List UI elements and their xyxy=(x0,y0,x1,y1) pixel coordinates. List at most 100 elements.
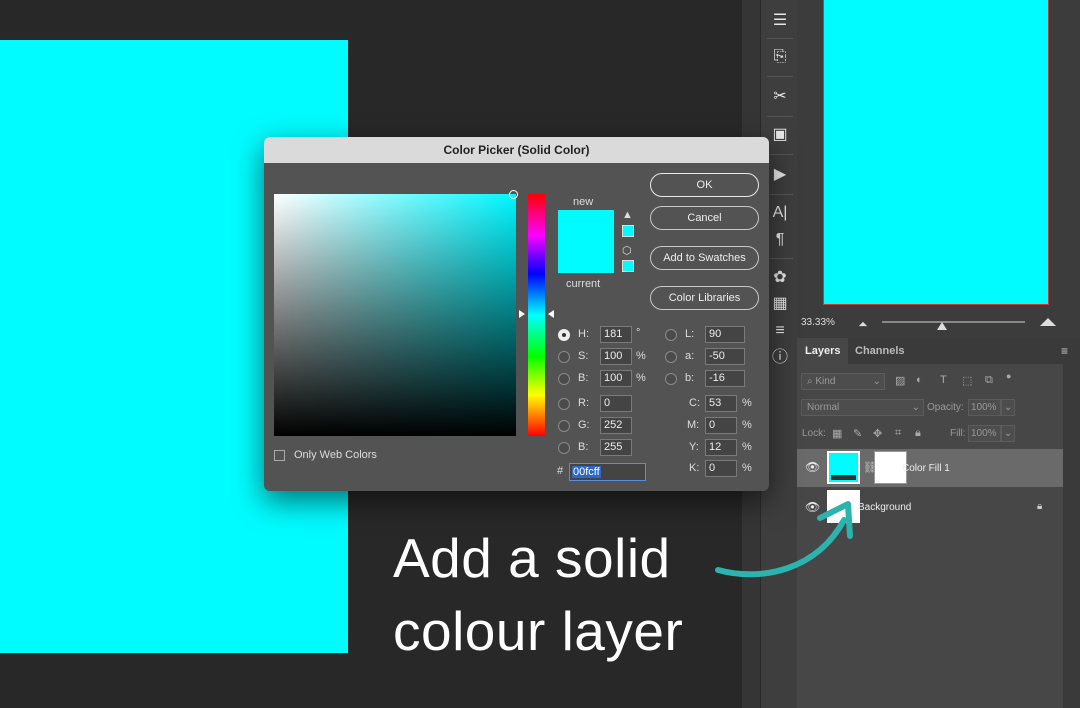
hue-slider-right-arrow[interactable] xyxy=(548,310,554,318)
filter-smartobject-icon[interactable]: ⧉ xyxy=(985,374,993,387)
filter-type-icon[interactable]: T xyxy=(940,374,947,386)
fill-input[interactable]: 100% xyxy=(968,425,1001,442)
zoom-slider-thumb[interactable] xyxy=(937,322,947,330)
current-color-swatch[interactable] xyxy=(558,241,614,273)
brightness-input[interactable]: 100 xyxy=(600,370,632,387)
layer-name[interactable]: Background xyxy=(858,502,911,513)
green-input[interactable]: 252 xyxy=(600,417,632,434)
opacity-input[interactable]: 100% xyxy=(968,399,1001,416)
add-to-swatches-button[interactable]: Add to Swatches xyxy=(650,246,759,270)
layers-scrollbar[interactable] xyxy=(1063,364,1080,708)
tools-icon[interactable]: ✂ xyxy=(769,86,791,108)
saturation-input[interactable]: 100 xyxy=(600,348,632,365)
radio-saturation[interactable] xyxy=(558,351,570,363)
ok-button[interactable]: OK xyxy=(650,173,759,197)
web-safe-cube-icon[interactable]: ⬡ xyxy=(622,244,632,257)
chevron-down-icon: ⌄ xyxy=(872,376,881,387)
filter-toggle-icon[interactable]: ● xyxy=(1006,371,1011,381)
radio-lightness[interactable] xyxy=(665,329,677,341)
panel-menu-icon[interactable]: ≡ xyxy=(1061,344,1068,358)
fill-chevron-icon[interactable]: ⌄ xyxy=(1001,425,1015,442)
lab-l-input[interactable]: 90 xyxy=(705,326,745,343)
color-fill-thumbnail[interactable] xyxy=(827,451,860,484)
cancel-button[interactable]: Cancel xyxy=(650,206,759,230)
hue-slider-left-arrow[interactable] xyxy=(519,310,525,318)
navigator-thumbnail[interactable] xyxy=(823,0,1049,305)
fill-swatch-bar xyxy=(831,475,856,480)
artboard-icon[interactable]: ▣ xyxy=(769,124,791,146)
web-safe-swatch[interactable] xyxy=(622,260,634,272)
divider xyxy=(767,258,793,259)
lab-b-input[interactable]: -16 xyxy=(705,370,745,387)
gamut-correction-swatch[interactable] xyxy=(622,225,634,237)
zoom-level[interactable]: 33.33% xyxy=(801,317,835,328)
color-palette-icon[interactable]: ✿ xyxy=(769,267,791,289)
blue-input[interactable]: 255 xyxy=(600,439,632,456)
zoom-out-icon[interactable] xyxy=(858,321,868,327)
radio-hue[interactable] xyxy=(558,329,570,341)
actions-play-icon[interactable]: ▶ xyxy=(769,164,791,186)
filter-kind-select[interactable]: ⌕ Kind ⌄ xyxy=(801,373,885,390)
annotation-line-2: colour layer xyxy=(393,600,684,662)
yellow-input[interactable]: 12 xyxy=(705,439,737,456)
character-icon[interactable]: A| xyxy=(769,202,791,224)
lock-artboard-icon[interactable]: ⌗ xyxy=(895,427,901,440)
layer-name[interactable]: Color Fill 1 xyxy=(902,463,950,474)
saturation-brightness-field[interactable] xyxy=(274,194,516,436)
magenta-input[interactable]: 0 xyxy=(705,417,737,434)
clone-source-icon[interactable]: ⎘ xyxy=(769,46,791,68)
properties-sliders-icon[interactable]: ≡ xyxy=(769,320,791,342)
radio-red[interactable] xyxy=(558,398,570,410)
lock-all-icon[interactable]: 🔒︎ xyxy=(915,427,921,440)
radio-lab-a[interactable] xyxy=(665,351,677,363)
radio-lab-b[interactable] xyxy=(665,373,677,385)
chevron-down-icon: ⌄ xyxy=(911,402,920,413)
eye-icon[interactable]: 👁︎ xyxy=(805,460,820,474)
radio-brightness[interactable] xyxy=(558,373,570,385)
tab-layers[interactable]: Layers xyxy=(797,338,849,364)
lab-b-label: b: xyxy=(685,372,695,384)
lock-pixels-icon[interactable]: ✎ xyxy=(853,427,862,440)
red-input[interactable]: 0 xyxy=(600,395,632,412)
lock-transparent-icon[interactable]: ▦ xyxy=(832,427,842,440)
black-label: K: xyxy=(689,462,700,474)
hex-input[interactable]: 00fcff xyxy=(569,463,646,481)
blend-mode-select[interactable]: Normal ⌄ xyxy=(801,399,924,416)
percent-unit: % xyxy=(742,419,752,431)
current-color-label: current xyxy=(566,278,601,290)
yellow-label: Y: xyxy=(689,441,699,453)
color-field-marker[interactable] xyxy=(509,190,518,199)
filter-adjustment-icon[interactable]: ◐ xyxy=(916,374,923,386)
percent-unit: % xyxy=(742,397,752,409)
zoom-slider[interactable] xyxy=(882,321,1025,323)
radio-green[interactable] xyxy=(558,420,570,432)
lab-a-input[interactable]: -50 xyxy=(705,348,745,365)
divider xyxy=(767,76,793,77)
swatches-grid-icon[interactable]: ▦ xyxy=(769,293,791,315)
filter-kind-label: Kind xyxy=(815,376,836,387)
filter-shape-icon[interactable]: ⬚ xyxy=(962,374,972,387)
percent-unit: % xyxy=(742,441,752,453)
cyan-input[interactable]: 53 xyxy=(705,395,737,412)
zoom-in-icon[interactable] xyxy=(1040,318,1056,326)
lock-label: Lock: xyxy=(802,428,826,439)
paragraph-icon[interactable]: ¶ xyxy=(769,229,791,251)
divider xyxy=(767,116,793,117)
magenta-label: M: xyxy=(687,419,700,431)
out-of-gamut-warning-icon[interactable]: ▲ xyxy=(622,209,633,221)
layer-row-color-fill[interactable]: 👁︎ ⛓ Color Fill 1 xyxy=(797,449,1063,487)
opacity-chevron-icon[interactable]: ⌄ xyxy=(1001,399,1015,416)
blue-label: B: xyxy=(578,441,589,453)
hue-slider[interactable] xyxy=(528,194,545,436)
only-web-colors-checkbox[interactable] xyxy=(274,450,285,461)
color-libraries-button[interactable]: Color Libraries xyxy=(650,286,759,310)
radio-blue[interactable] xyxy=(558,442,570,454)
tab-channels[interactable]: Channels xyxy=(847,338,913,364)
info-icon[interactable]: ⓘ xyxy=(769,347,791,369)
hue-input[interactable]: 181 xyxy=(600,326,632,343)
percent-unit: % xyxy=(742,462,752,474)
filter-pixel-icon[interactable]: ▨ xyxy=(895,374,905,387)
adjustments-icon[interactable]: ☰ xyxy=(769,10,791,32)
lock-position-icon[interactable]: ✥ xyxy=(873,427,882,440)
black-input[interactable]: 0 xyxy=(705,460,737,477)
